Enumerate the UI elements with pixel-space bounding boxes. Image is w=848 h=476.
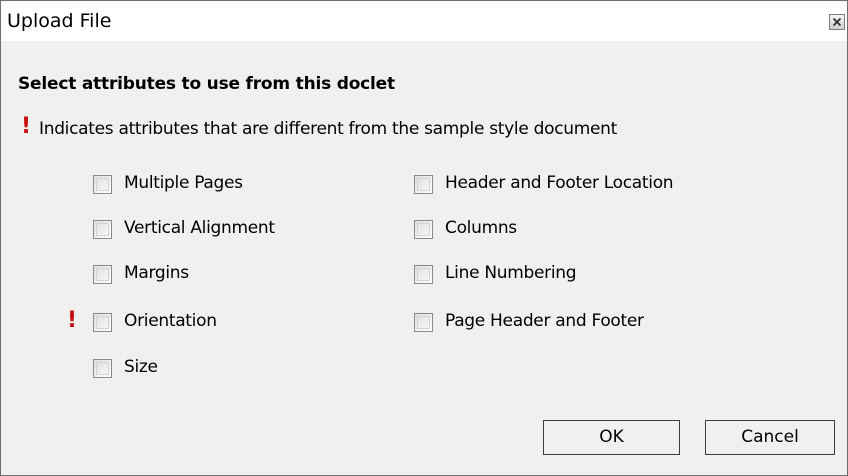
option-label: Columns bbox=[445, 218, 517, 238]
close-button[interactable] bbox=[829, 14, 845, 30]
option-label: Margins bbox=[124, 263, 189, 283]
header-footer-location-checkbox[interactable] bbox=[414, 175, 433, 194]
window-title: Upload File bbox=[7, 10, 112, 32]
vertical-alignment-checkbox[interactable] bbox=[93, 220, 112, 239]
line-numbering-checkbox[interactable] bbox=[414, 265, 433, 284]
option-label: Header and Footer Location bbox=[445, 173, 674, 193]
close-icon bbox=[832, 17, 842, 27]
option-label: Page Header and Footer bbox=[445, 311, 644, 331]
title-bar[interactable]: Upload File bbox=[1, 1, 847, 41]
option-label: Size bbox=[124, 357, 158, 377]
option-label: Multiple Pages bbox=[124, 173, 243, 193]
legend-note: Indicates attributes that are different … bbox=[39, 119, 617, 139]
columns-checkbox[interactable] bbox=[414, 220, 433, 239]
cancel-button[interactable]: Cancel bbox=[705, 420, 835, 455]
difference-marker-orientation: ! bbox=[67, 308, 78, 333]
option-label: Vertical Alignment bbox=[124, 218, 275, 238]
size-checkbox[interactable] bbox=[93, 359, 112, 378]
dialog-heading: Select attributes to use from this docle… bbox=[18, 74, 395, 94]
multiple-pages-checkbox[interactable] bbox=[93, 175, 112, 194]
page-header-footer-checkbox[interactable] bbox=[414, 313, 433, 332]
option-label: Line Numbering bbox=[445, 263, 577, 283]
ok-button[interactable]: OK bbox=[543, 420, 680, 455]
upload-file-dialog: Upload File Select attributes to use fro… bbox=[0, 0, 848, 476]
option-label: Orientation bbox=[124, 311, 217, 331]
margins-checkbox[interactable] bbox=[93, 265, 112, 284]
difference-marker-legend: ! bbox=[21, 114, 32, 139]
orientation-checkbox[interactable] bbox=[93, 313, 112, 332]
